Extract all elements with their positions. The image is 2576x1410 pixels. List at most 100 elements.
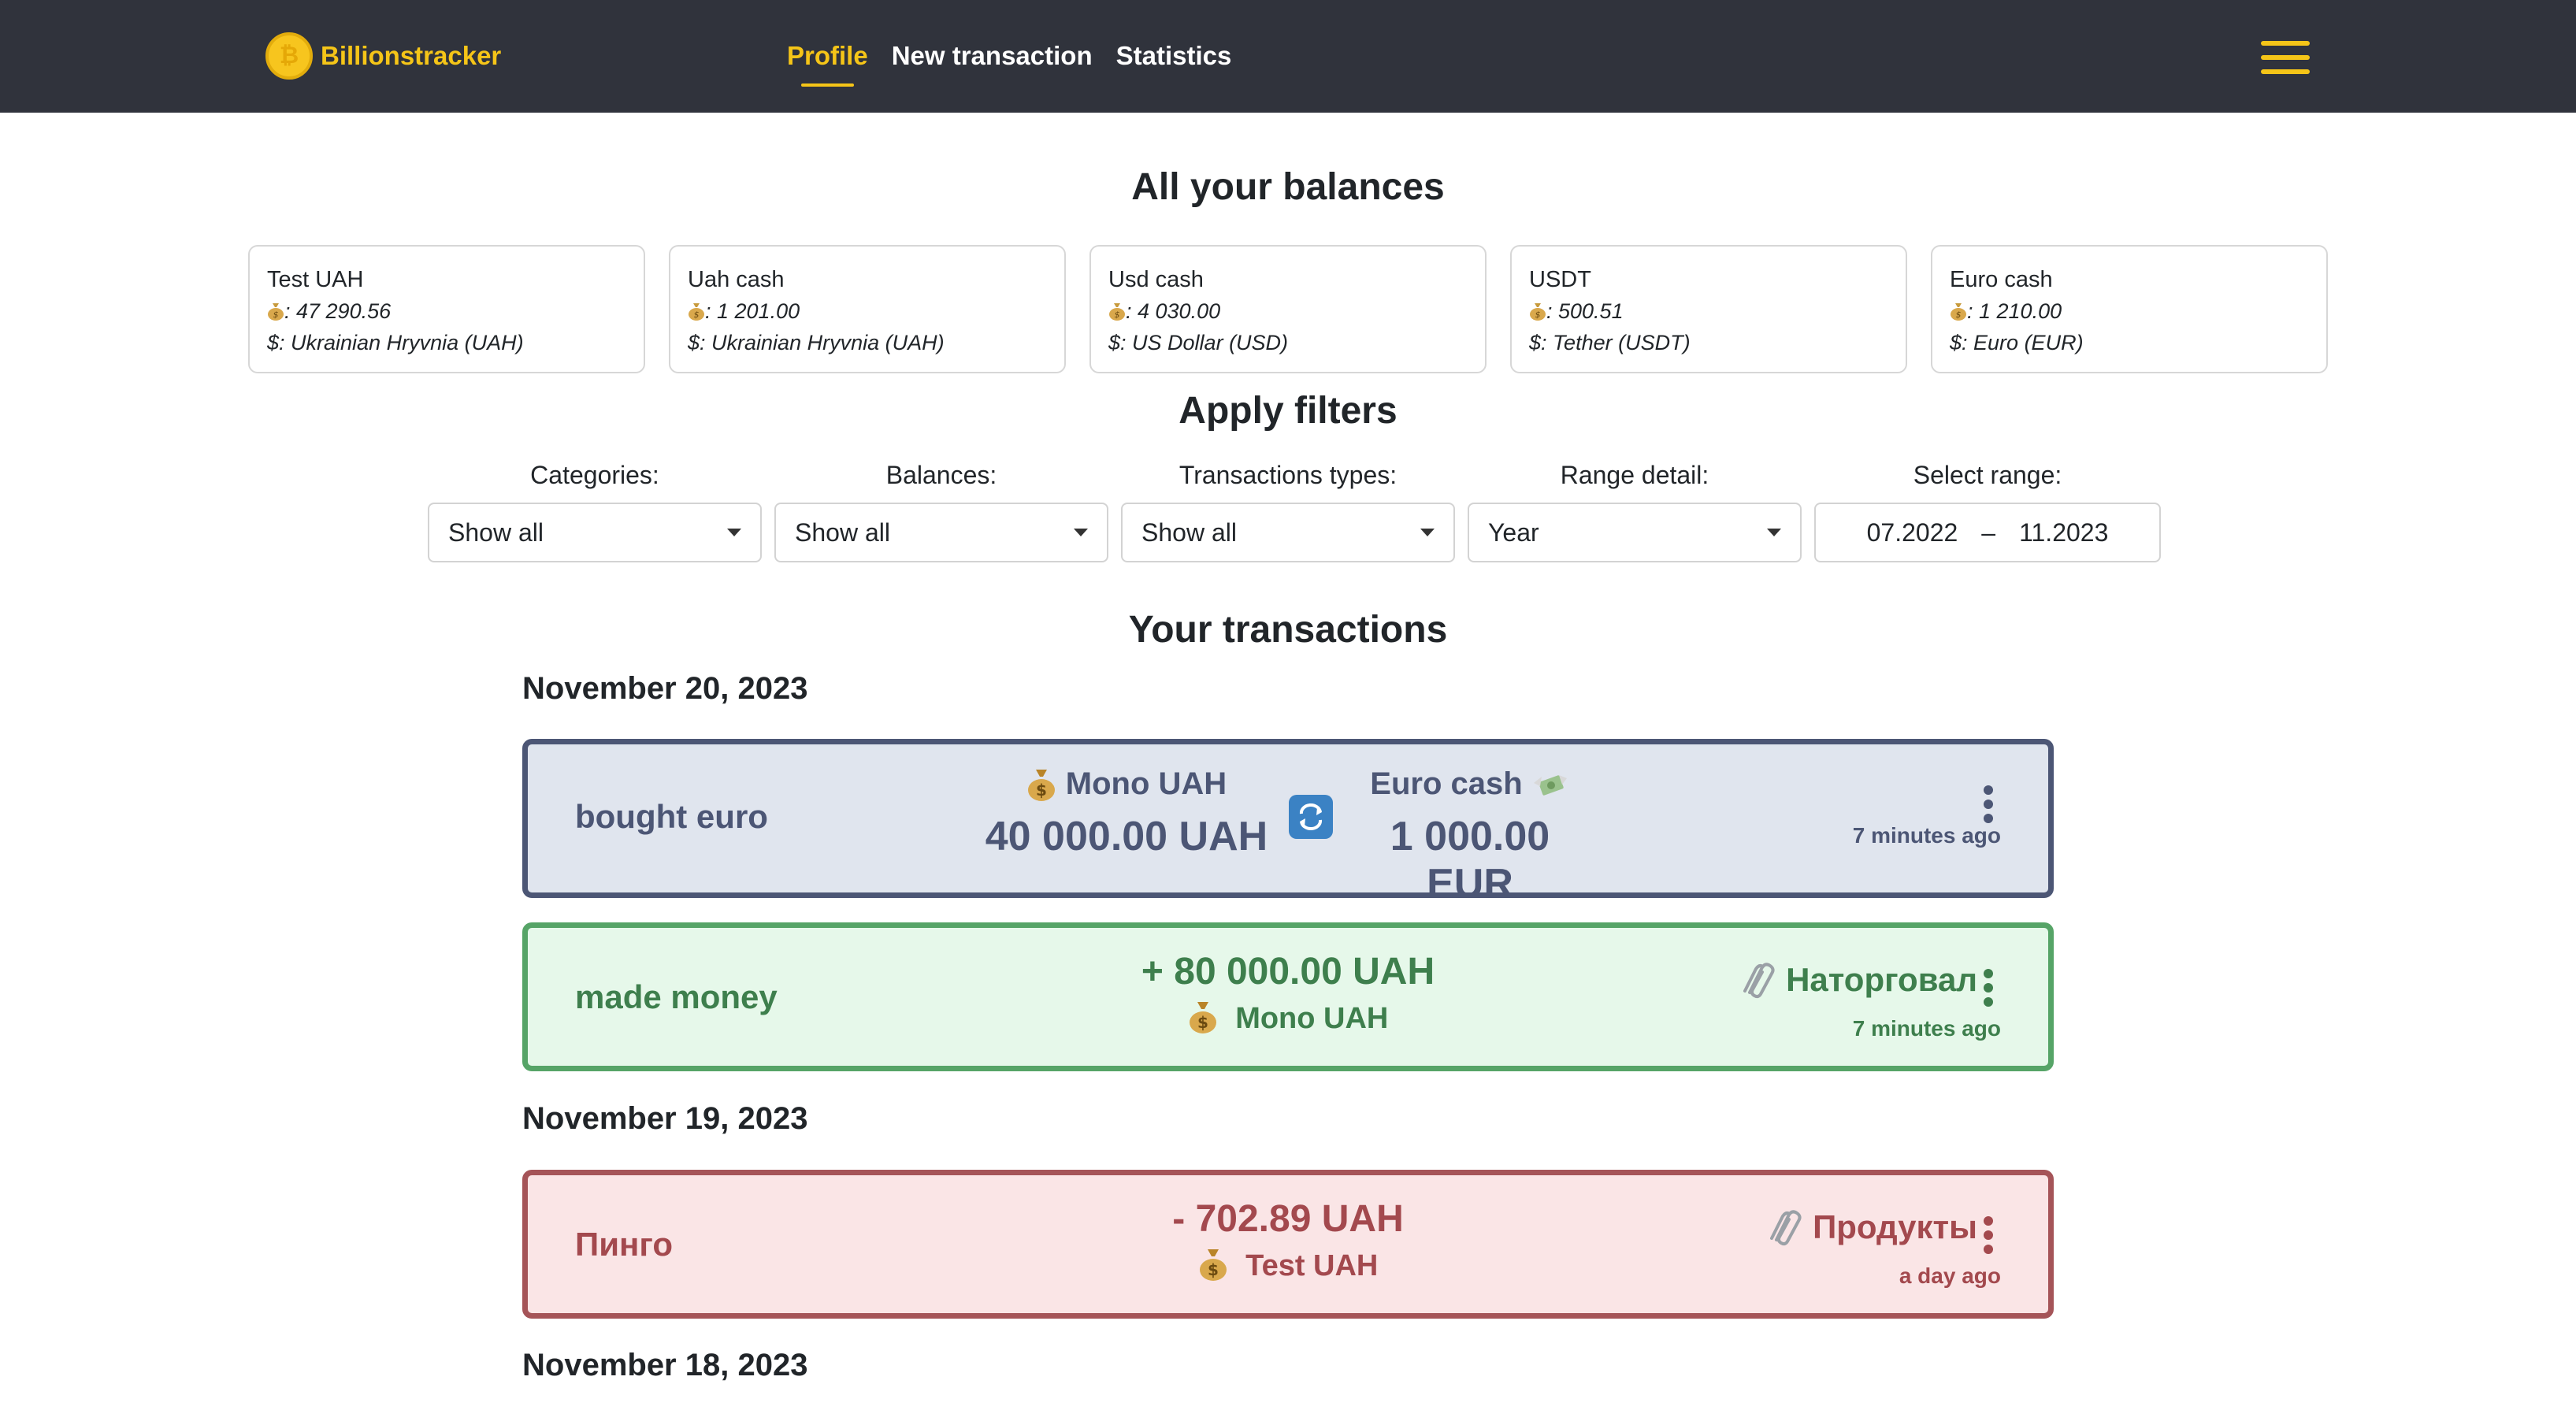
dollar-sign-icon: $ bbox=[1529, 331, 1542, 354]
date-heading: November 20, 2023 bbox=[522, 671, 808, 706]
filter-label: Range detail: bbox=[1560, 461, 1709, 489]
kebab-menu-icon[interactable] bbox=[1984, 969, 1995, 1011]
transfer-to-amount: 1 000.00 EUR bbox=[1390, 814, 1550, 907]
filter-label: Categories: bbox=[530, 461, 659, 489]
select-value: Show all bbox=[448, 518, 544, 547]
balance-amount: : 1 201.00 bbox=[705, 299, 800, 323]
filter-balances: Balances: Show all bbox=[774, 455, 1108, 562]
caret-down-icon bbox=[1420, 529, 1435, 536]
svg-text:$: $ bbox=[273, 310, 279, 320]
date-heading: November 18, 2023 bbox=[522, 1348, 808, 1382]
paperclip-icon bbox=[1770, 1210, 1802, 1246]
transfer-from-amount: 40 000.00 UAH bbox=[985, 814, 1268, 859]
date-range-picker[interactable]: 07.2022 – 11.2023 bbox=[1814, 503, 2161, 562]
balance-currency: : Euro (EUR) bbox=[1962, 331, 2084, 354]
brand-name: Billionstracker bbox=[321, 41, 502, 70]
transaction-description: bought euro bbox=[575, 798, 768, 835]
categories-select[interactable]: Show all bbox=[428, 503, 762, 562]
dollar-sign-icon: $ bbox=[267, 331, 280, 354]
transaction-category: Наторговал bbox=[1786, 961, 1977, 998]
balance-card[interactable]: USDT $: 500.51 $: Tether (USDT) bbox=[1510, 245, 1907, 373]
balance-currency: : Tether (USDT) bbox=[1541, 331, 1691, 354]
money-bag-icon: $ bbox=[1027, 769, 1055, 801]
caret-down-icon bbox=[727, 529, 741, 536]
transaction-account: Mono UAH bbox=[1235, 1002, 1389, 1035]
money-wings-icon bbox=[1533, 774, 1567, 796]
svg-text:$: $ bbox=[1036, 781, 1047, 800]
nav-link-profile[interactable]: Profile bbox=[787, 36, 868, 87]
money-bag-icon: $ bbox=[1199, 1249, 1227, 1281]
transaction-types-select[interactable]: Show all bbox=[1121, 503, 1455, 562]
transfer-to-account: Euro cash bbox=[1370, 766, 1523, 801]
caret-down-icon bbox=[1074, 529, 1088, 536]
range-to: 11.2023 bbox=[2019, 518, 2109, 547]
kebab-menu-icon[interactable] bbox=[1984, 1216, 1995, 1259]
svg-text:$: $ bbox=[1208, 1260, 1219, 1279]
balance-currency: : Ukrainian Hryvnia (UAH) bbox=[700, 331, 945, 354]
balance-amount: : 1 210.00 bbox=[1967, 299, 2062, 323]
balances-select[interactable]: Show all bbox=[774, 503, 1108, 562]
balance-card[interactable]: Euro cash $: 1 210.00 $: Euro (EUR) bbox=[1931, 245, 2328, 373]
transaction-card-income[interactable]: made money + 80 000.00 UAH $ Mono UAH На… bbox=[522, 922, 2054, 1071]
svg-text:$: $ bbox=[1115, 310, 1120, 320]
bitcoin-coin-icon: ₿ bbox=[265, 32, 313, 80]
svg-text:$: $ bbox=[1197, 1013, 1208, 1032]
transfer-to: Euro cash 1 000.00 EUR bbox=[1344, 766, 1596, 907]
balance-card[interactable]: Usd cash $: 4 030.00 $: US Dollar (USD) bbox=[1089, 245, 1487, 373]
filters-title: Apply filters bbox=[1179, 390, 1397, 432]
dollar-sign-icon: $ bbox=[688, 331, 700, 354]
transfer-from: $ Mono UAH 40 000.00 UAH bbox=[977, 766, 1276, 860]
select-value: Year bbox=[1488, 518, 1539, 547]
date-heading: November 19, 2023 bbox=[522, 1101, 808, 1136]
balance-card[interactable]: Uah cash $: 1 201.00 $: Ukrainian Hryvni… bbox=[669, 245, 1066, 373]
transaction-time: 7 minutes ago bbox=[1852, 823, 2001, 848]
nav-links: Profile New transaction Statistics bbox=[787, 36, 1255, 87]
swap-arrows-icon bbox=[1289, 795, 1333, 839]
filter-label: Balances: bbox=[885, 461, 997, 489]
transaction-account: Test UAH bbox=[1245, 1249, 1379, 1282]
money-bag-icon: $ bbox=[1530, 303, 1546, 321]
filter-categories: Categories: Show all bbox=[428, 455, 762, 562]
balance-name: Uah cash bbox=[688, 267, 785, 292]
hamburger-menu-icon[interactable] bbox=[2261, 41, 2310, 74]
transaction-time: 7 minutes ago bbox=[1852, 1016, 2001, 1041]
brand-logo[interactable]: ₿ Billionstracker bbox=[265, 32, 501, 80]
nav-link-statistics[interactable]: Statistics bbox=[1116, 36, 1232, 76]
money-bag-icon: $ bbox=[689, 303, 704, 321]
balance-name: Test UAH bbox=[267, 267, 364, 292]
transaction-card-expense[interactable]: Пинго - 702.89 UAH $ Test UAH Продукты a… bbox=[522, 1170, 2054, 1319]
filter-label: Transactions types: bbox=[1179, 461, 1397, 489]
balances-title: All your balances bbox=[1131, 166, 1445, 208]
filter-range: Select range: 07.2022 – 11.2023 bbox=[1814, 455, 2161, 562]
transaction-category: Продукты bbox=[1813, 1208, 1977, 1245]
svg-text:$: $ bbox=[1535, 310, 1541, 320]
kebab-menu-icon[interactable] bbox=[1984, 785, 1995, 828]
paperclip-icon bbox=[1743, 963, 1775, 999]
balance-name: Euro cash bbox=[1950, 267, 2053, 292]
balance-currency: : Ukrainian Hryvnia (UAH) bbox=[279, 331, 524, 354]
range-detail-select[interactable]: Year bbox=[1468, 503, 1802, 562]
balance-amount: : 47 290.56 bbox=[284, 299, 392, 323]
svg-text:$: $ bbox=[1956, 310, 1962, 320]
money-bag-icon: $ bbox=[268, 303, 284, 321]
money-bag-icon: $ bbox=[1951, 303, 1966, 321]
balance-card[interactable]: Test UAH $: 47 290.56 $: Ukrainian Hryvn… bbox=[248, 245, 645, 373]
filter-transaction-types: Transactions types: Show all bbox=[1121, 455, 1455, 562]
transactions-title: Your transactions bbox=[1128, 609, 1448, 651]
dollar-sign-icon: $ bbox=[1950, 331, 1962, 354]
filter-label: Select range: bbox=[1913, 461, 2062, 489]
money-bag-icon: $ bbox=[1189, 1002, 1216, 1033]
balance-name: USDT bbox=[1529, 267, 1591, 292]
balance-amount: : 4 030.00 bbox=[1126, 299, 1221, 323]
balance-amount: : 500.51 bbox=[1546, 299, 1624, 323]
balance-name: Usd cash bbox=[1108, 267, 1204, 292]
select-value: Show all bbox=[795, 518, 890, 547]
range-separator: – bbox=[1981, 518, 1996, 547]
nav-link-new-transaction[interactable]: New transaction bbox=[892, 36, 1093, 76]
top-navbar: ₿ Billionstracker Profile New transactio… bbox=[0, 0, 2576, 113]
money-bag-icon: $ bbox=[1109, 303, 1125, 321]
transaction-card-transfer[interactable]: bought euro $ Mono UAH 40 000.00 UAH Eur… bbox=[522, 739, 2054, 907]
svg-text:$: $ bbox=[694, 310, 700, 320]
filter-range-detail: Range detail: Year bbox=[1468, 455, 1802, 562]
range-from: 07.2022 bbox=[1866, 518, 1958, 547]
